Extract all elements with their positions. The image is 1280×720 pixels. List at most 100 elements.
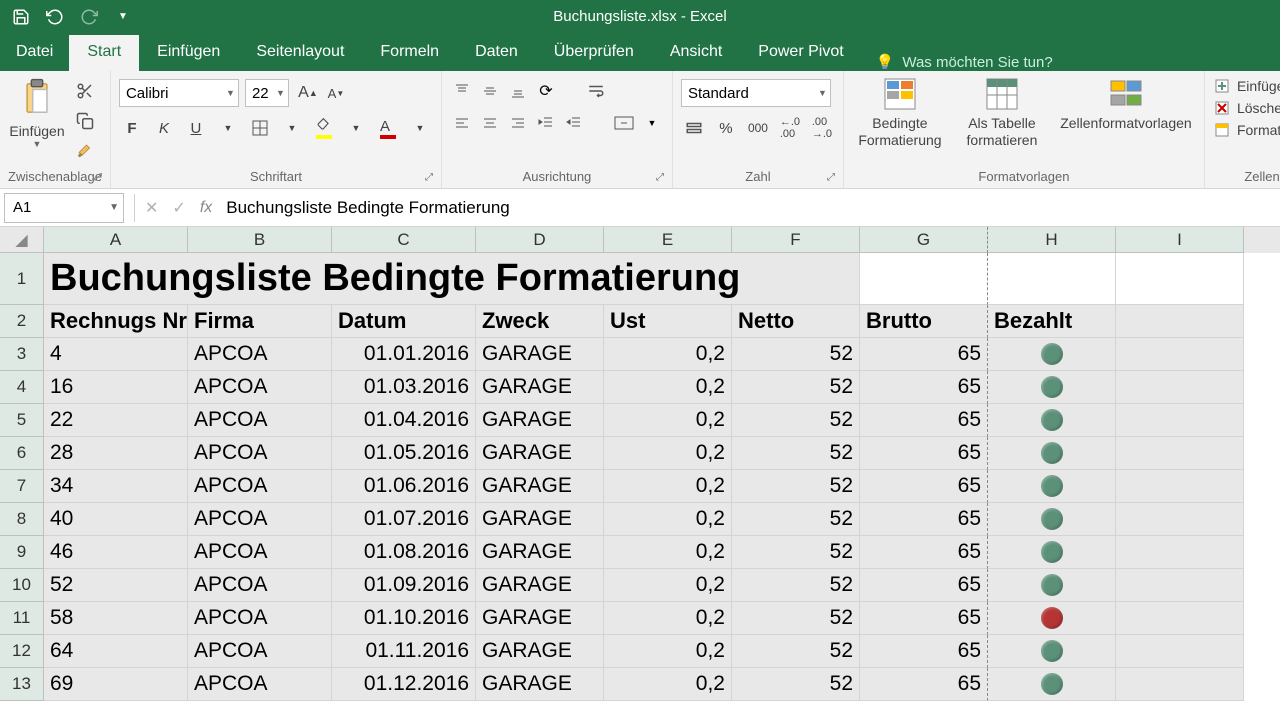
bold-button[interactable]: F — [119, 115, 145, 141]
tab-data[interactable]: Daten — [457, 35, 536, 71]
cell[interactable] — [988, 437, 1116, 470]
cell[interactable]: 46 — [44, 536, 188, 569]
tab-insert[interactable]: Einfügen — [139, 35, 238, 71]
cell[interactable] — [988, 668, 1116, 701]
row-header[interactable]: 5 — [0, 404, 44, 437]
cell[interactable] — [988, 338, 1116, 371]
dialog-launcher-icon[interactable]: ⤢ — [94, 172, 108, 186]
cell[interactable] — [1116, 404, 1244, 437]
cell[interactable]: Zweck — [476, 305, 604, 338]
cell[interactable]: APCOA — [188, 503, 332, 536]
cell[interactable]: APCOA — [188, 338, 332, 371]
cell[interactable]: 01.09.2016 — [332, 569, 476, 602]
cell[interactable]: 58 — [44, 602, 188, 635]
cut-icon[interactable] — [72, 79, 98, 103]
fx-icon[interactable]: fx — [200, 199, 212, 217]
comma-style-icon[interactable]: 000 — [745, 115, 771, 141]
cell[interactable]: 01.12.2016 — [332, 668, 476, 701]
accounting-format-icon[interactable] — [681, 115, 707, 141]
cell[interactable] — [988, 635, 1116, 668]
cell[interactable] — [988, 470, 1116, 503]
cell[interactable] — [1116, 305, 1244, 338]
increase-indent-icon[interactable] — [562, 111, 586, 135]
cell[interactable]: APCOA — [188, 668, 332, 701]
number-format-combo[interactable]: Standard▼ — [681, 79, 831, 107]
format-painter-icon[interactable] — [72, 139, 98, 163]
decrease-indent-icon[interactable] — [534, 111, 558, 135]
cell[interactable]: APCOA — [188, 635, 332, 668]
orientation-icon[interactable]: ⟳ — [534, 79, 558, 103]
row-header[interactable]: 13 — [0, 668, 44, 701]
cell[interactable]: 65 — [860, 536, 988, 569]
cell[interactable]: 0,2 — [604, 668, 732, 701]
cell[interactable]: 52 — [732, 503, 860, 536]
tab-powerpivot[interactable]: Power Pivot — [740, 35, 861, 71]
chevron-down-icon[interactable]: ▼ — [640, 111, 664, 135]
cell[interactable]: 52 — [732, 338, 860, 371]
cell[interactable] — [988, 371, 1116, 404]
font-name-combo[interactable]: Calibri▼ — [119, 79, 239, 107]
cell[interactable]: 65 — [860, 635, 988, 668]
cell[interactable]: 01.03.2016 — [332, 371, 476, 404]
row-header[interactable]: 1 — [0, 253, 44, 305]
cell[interactable] — [860, 253, 988, 305]
col-header[interactable]: D — [476, 227, 604, 253]
tab-review[interactable]: Überprüfen — [536, 35, 652, 71]
insert-cells-button[interactable]: Einfügen▼ — [1213, 77, 1280, 95]
italic-button[interactable]: K — [151, 115, 177, 141]
cell[interactable]: 28 — [44, 437, 188, 470]
tab-formulas[interactable]: Formeln — [362, 35, 457, 71]
cell[interactable]: 65 — [860, 338, 988, 371]
cell[interactable] — [1116, 602, 1244, 635]
tell-me-search[interactable]: 💡 Was möchten Sie tun? — [862, 53, 1067, 71]
cell[interactable]: 65 — [860, 569, 988, 602]
cell[interactable]: 01.07.2016 — [332, 503, 476, 536]
cell-styles-button[interactable]: Zellenformatvorlagen — [1056, 75, 1196, 132]
cell[interactable]: APCOA — [188, 371, 332, 404]
cell[interactable]: 0,2 — [604, 371, 732, 404]
underline-button[interactable]: U — [183, 115, 209, 141]
cell[interactable]: GARAGE — [476, 668, 604, 701]
save-icon[interactable] — [10, 6, 32, 28]
cell[interactable]: 52 — [732, 635, 860, 668]
cell[interactable] — [1116, 635, 1244, 668]
col-header[interactable]: G — [860, 227, 988, 253]
tab-start[interactable]: Start — [69, 35, 139, 71]
cell[interactable] — [988, 253, 1116, 305]
name-box[interactable]: A1▼ — [4, 193, 124, 223]
cell[interactable]: 16 — [44, 371, 188, 404]
cell[interactable]: 0,2 — [604, 503, 732, 536]
title-cell[interactable]: Buchungsliste Bedingte Formatierung — [44, 253, 860, 305]
tab-view[interactable]: Ansicht — [652, 35, 740, 71]
cell[interactable]: 4 — [44, 338, 188, 371]
dialog-launcher-icon[interactable]: ⤢ — [827, 172, 841, 186]
cell[interactable]: 65 — [860, 470, 988, 503]
cell[interactable]: 01.08.2016 — [332, 536, 476, 569]
col-header[interactable]: C — [332, 227, 476, 253]
cell[interactable]: 0,2 — [604, 470, 732, 503]
cell[interactable]: 0,2 — [604, 602, 732, 635]
cell[interactable]: Firma — [188, 305, 332, 338]
cell[interactable]: GARAGE — [476, 635, 604, 668]
cell[interactable]: 34 — [44, 470, 188, 503]
cell[interactable]: GARAGE — [476, 602, 604, 635]
delete-cells-button[interactable]: Löschen▼ — [1213, 99, 1280, 117]
formula-input[interactable] — [212, 198, 1280, 218]
cell[interactable]: 0,2 — [604, 338, 732, 371]
row-header[interactable]: 6 — [0, 437, 44, 470]
cell[interactable] — [1116, 569, 1244, 602]
cell[interactable]: 22 — [44, 404, 188, 437]
cell[interactable]: 01.10.2016 — [332, 602, 476, 635]
cell[interactable] — [1116, 503, 1244, 536]
row-header[interactable]: 2 — [0, 305, 44, 338]
borders-icon[interactable] — [247, 115, 273, 141]
align-middle-icon[interactable] — [478, 79, 502, 103]
merge-center-icon[interactable] — [612, 111, 636, 135]
fill-color-icon[interactable] — [311, 115, 337, 141]
cell[interactable]: 64 — [44, 635, 188, 668]
redo-icon[interactable] — [78, 6, 100, 28]
cell[interactable]: GARAGE — [476, 371, 604, 404]
shrink-font-icon[interactable]: A▼ — [323, 80, 349, 106]
cell[interactable]: GARAGE — [476, 470, 604, 503]
row-header[interactable]: 3 — [0, 338, 44, 371]
